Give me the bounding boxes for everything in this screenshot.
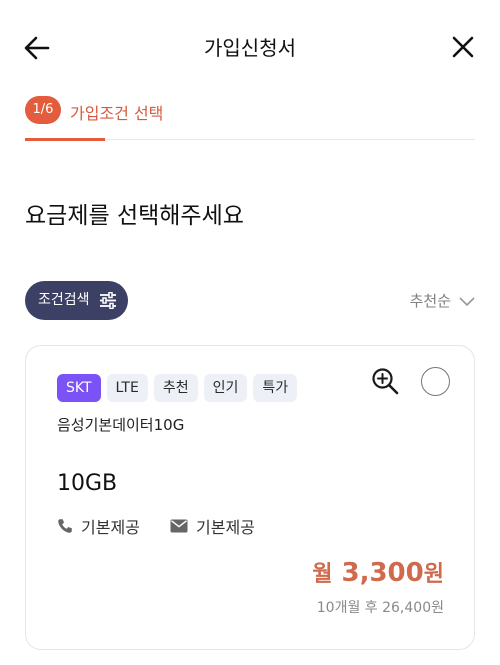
progress-fill [25, 138, 105, 141]
filter-button-label: 조건검색 [38, 292, 90, 308]
sort-dropdown[interactable]: 추천순 [410, 290, 475, 311]
price-unit: 원 [423, 562, 444, 587]
plan-select-radio[interactable] [421, 367, 450, 396]
close-button[interactable] [450, 34, 476, 60]
sms-feature: 기본제공 [170, 514, 255, 538]
plan-tags: SKT LTE 추천 인기 특가 [57, 374, 298, 402]
plan-card[interactable]: SKT LTE 추천 인기 특가 음성기본데이터10G 10GB 기본제공 기본… [25, 345, 475, 650]
sort-label: 추천순 [409, 292, 451, 310]
voice-feature-label: 기본제공 [81, 518, 140, 537]
tag-carrier: SKT [57, 374, 101, 402]
voice-feature: 기본제공 [57, 514, 140, 538]
phone-icon [58, 519, 72, 533]
section-title: 요금제를 선택해주세요 [25, 203, 244, 229]
step-counter-badge: 1/6 [25, 96, 61, 124]
tag-special: 특가 [253, 374, 298, 402]
tag-network: LTE [106, 374, 148, 402]
filter-button[interactable]: 조건검색 [25, 281, 128, 320]
price-value: 3,300 [341, 558, 424, 588]
close-icon [452, 36, 474, 58]
zoom-detail-button[interactable] [370, 366, 400, 396]
tag-popular: 인기 [203, 374, 248, 402]
step-progress: 1/6 가입조건 선택 [25, 96, 475, 142]
chevron-down-icon [459, 296, 475, 306]
mail-icon [170, 519, 188, 533]
price-prefix: 월 [312, 562, 333, 587]
plan-name: 음성기본데이터10G [57, 416, 185, 434]
app-header: 가입신청서 [0, 0, 500, 96]
sliders-icon [100, 292, 116, 309]
step-label: 가입조건 선택 [70, 104, 164, 123]
sms-feature-label: 기본제공 [196, 518, 255, 537]
plan-data-amount: 10GB [57, 471, 118, 496]
price-after-discount: 10개월 후 26,400원 [316, 600, 444, 616]
zoom-in-icon [372, 368, 399, 395]
plan-price: 월 3,300원 [312, 556, 444, 588]
tag-recommended: 추천 [153, 374, 198, 402]
page-title: 가입신청서 [204, 36, 296, 60]
